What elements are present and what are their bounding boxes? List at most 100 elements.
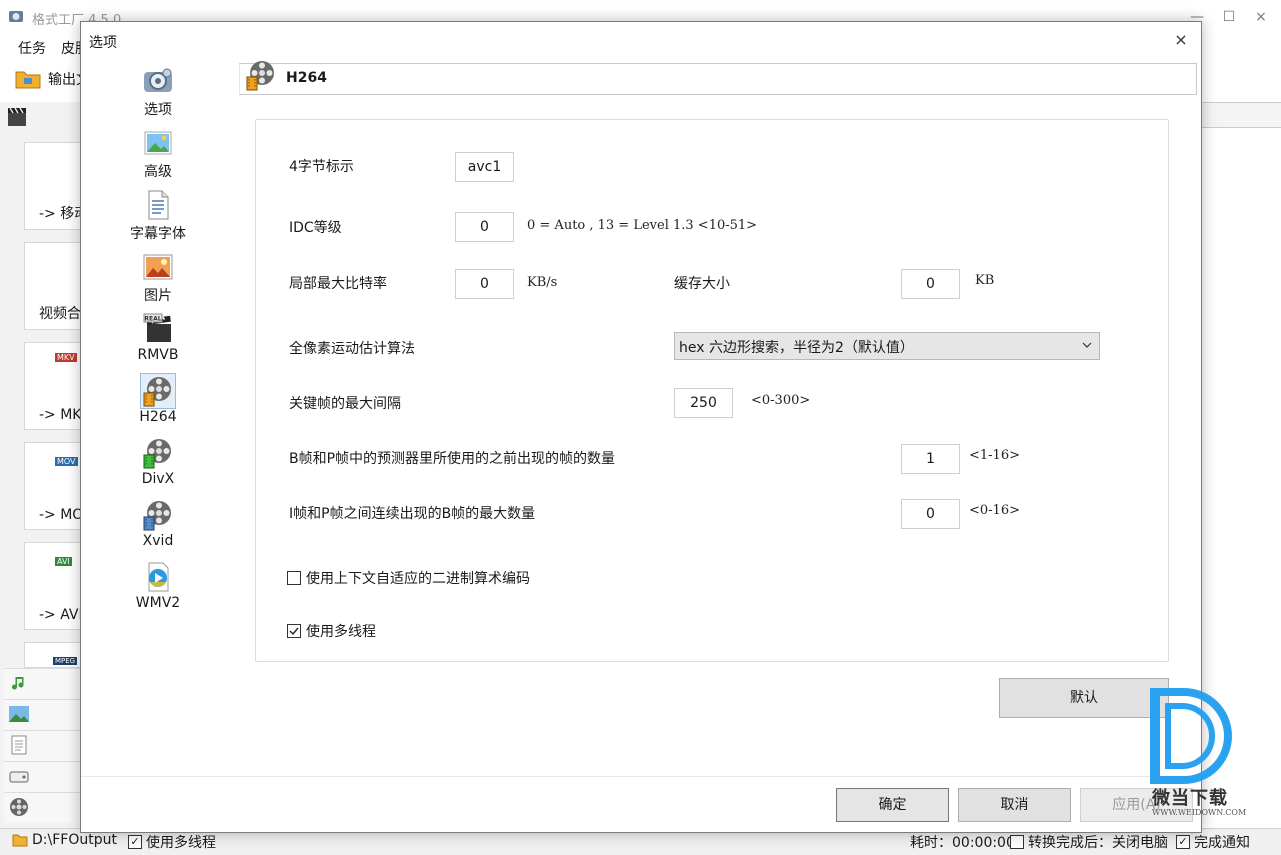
keyint-label: 关键帧的最大间隔 <box>289 396 401 412</box>
nav-label: WMV2 <box>135 595 181 611</box>
nav-divx[interactable]: DivX <box>119 436 197 492</box>
cabac-label: 使用上下文自适应的二进制算术编码 <box>306 571 530 587</box>
ref-frames-hint: <1-16> <box>969 448 1020 463</box>
max-bitrate-input[interactable]: 0 <box>455 269 514 299</box>
max-bitrate-label: 局部最大比特率 <box>289 276 387 292</box>
rom-device-category-tab[interactable] <box>4 761 80 792</box>
checkmark-icon: ✓ <box>1176 835 1190 849</box>
format-category-panel: -> 移动 视频合 MKV -> MK MOV -> MO AVI -> AVI… <box>0 102 88 828</box>
picture-category-tab[interactable] <box>4 699 80 730</box>
format-card-mobile[interactable]: -> 移动 <box>24 142 88 230</box>
bframes-hint: <0-16> <box>969 503 1020 518</box>
output-path[interactable]: D:\FFOutput <box>12 832 117 848</box>
elapsed-time: 耗时：00:00:00 <box>910 835 1015 851</box>
nav-subtitle-font[interactable]: 字幕字体 <box>119 188 197 244</box>
watermark-text: 微当下载 <box>1152 788 1228 809</box>
ok-button[interactable]: 确定 <box>836 788 949 822</box>
me-algo-value: hex 六边形搜索，半径为2（默认值） <box>679 340 914 356</box>
nav-label: H264 <box>139 409 177 425</box>
document-category-tab[interactable] <box>4 730 80 761</box>
nav-label: 高级 <box>144 164 172 180</box>
watermark-url: WWW.WEIDOWN.COM <box>1152 808 1247 817</box>
film-reel-blue-icon <box>143 501 171 531</box>
clapperboard-icon: REAL <box>143 313 171 342</box>
cancel-button[interactable]: 取消 <box>958 788 1071 822</box>
mkv-badge: MKV <box>55 353 77 362</box>
threads-checkbox-row[interactable]: 使用多线程 <box>287 621 376 641</box>
nav-label: RMVB <box>137 347 179 363</box>
buffer-size-unit: KB <box>975 273 995 288</box>
nav-options[interactable]: 选项 <box>119 64 197 120</box>
output-folder-button[interactable]: 输出文 <box>14 68 90 90</box>
mov-badge: MOV <box>55 457 78 466</box>
audio-category-tab[interactable] <box>4 668 80 699</box>
landscape-icon <box>9 706 29 722</box>
idc-hint: 0 = Auto , 13 = Level 1.3 <10-51> <box>527 218 758 233</box>
avi-badge: AVI <box>55 557 72 566</box>
notify-checkbox[interactable]: ✓ 完成通知 <box>1176 832 1250 852</box>
h264-settings-panel: 4字节标示 avc1 IDC等级 0 0 = Auto , 13 = Level… <box>255 119 1169 662</box>
checkmark-icon: ✓ <box>128 835 142 849</box>
svg-text:REAL: REAL <box>144 316 161 323</box>
nav-label: Xvid <box>142 533 174 549</box>
section-title: H264 <box>286 70 327 86</box>
close-app-icon[interactable]: × <box>1250 6 1272 28</box>
chevron-down-icon <box>1082 342 1092 348</box>
options-dialog: 选项 × 选项 高级 字幕字体 图片 REAL RMVB H264 DivX X… <box>80 21 1202 833</box>
after-done-checkbox[interactable]: 转换完成后：关闭电脑 <box>1010 832 1168 852</box>
film-reel-green-icon <box>143 439 171 469</box>
menu-task[interactable]: 任务 <box>18 38 46 58</box>
format-card-video-merge[interactable]: 视频合 <box>24 242 83 330</box>
nav-label: 字幕字体 <box>130 226 186 242</box>
nav-label: 图片 <box>144 288 172 304</box>
buffer-size-input[interactable]: 0 <box>901 269 960 299</box>
video-category-icon[interactable] <box>6 106 30 130</box>
document-icon <box>11 735 27 755</box>
format-card-mkv[interactable]: MKV -> MK <box>24 342 83 430</box>
section-header: H264 <box>239 61 1197 95</box>
me-algo-label: 全像素运动估计算法 <box>289 341 415 357</box>
ref-frames-input[interactable]: 1 <box>901 444 960 474</box>
threads-checkbox[interactable] <box>287 624 301 638</box>
me-algo-select[interactable]: hex 六边形搜索，半径为2（默认值） <box>674 332 1100 360</box>
drive-icon <box>9 771 29 783</box>
footer-divider <box>81 776 1201 777</box>
music-note-icon <box>12 677 24 690</box>
folder-icon <box>15 71 41 89</box>
picture-icon <box>143 254 173 280</box>
empty-checkbox-icon <box>1010 835 1024 849</box>
cabac-checkbox-row[interactable]: 使用上下文自适应的二进制算术编码 <box>287 568 530 588</box>
nav-h264[interactable]: H264 <box>119 373 197 430</box>
document-icon <box>148 190 169 220</box>
nav-xvid[interactable]: Xvid <box>119 498 197 554</box>
default-button[interactable]: 默认 <box>999 678 1169 718</box>
threads-label: 使用多线程 <box>306 624 376 640</box>
fourcc-input[interactable]: avc1 <box>455 152 514 182</box>
buffer-size-label: 缓存大小 <box>674 276 730 292</box>
nav-label: 选项 <box>144 102 172 118</box>
nav-rmvb[interactable]: REAL RMVB <box>119 312 197 368</box>
keyint-input[interactable]: 250 <box>674 388 733 418</box>
dialog-close-button[interactable]: × <box>1169 28 1193 52</box>
idc-input[interactable]: 0 <box>455 212 514 242</box>
format-card-mpeg[interactable]: MPEG <box>24 642 83 668</box>
app-logo-icon <box>9 11 23 22</box>
bframes-input[interactable]: 0 <box>901 499 960 529</box>
cabac-checkbox[interactable] <box>287 571 301 585</box>
statusbar-multithread-checkbox[interactable]: ✓ 使用多线程 <box>128 832 216 852</box>
nav-label: DivX <box>141 471 175 487</box>
nav-advanced[interactable]: 高级 <box>119 126 197 182</box>
nav-wmv2[interactable]: WMV2 <box>119 560 197 616</box>
checkmark-icon <box>289 627 299 636</box>
format-card-avi[interactable]: AVI -> AVI <box>24 542 83 630</box>
max-bitrate-unit: KB/s <box>527 275 558 290</box>
mpeg-badge: MPEG <box>53 657 78 665</box>
maximize-icon[interactable]: ☐ <box>1218 6 1240 28</box>
film-reel-icon <box>246 61 274 91</box>
format-card-mov[interactable]: MOV -> MO <box>24 442 83 530</box>
keyint-hint: <0-300> <box>751 393 811 408</box>
nav-picture[interactable]: 图片 <box>119 250 197 306</box>
media-disc-icon <box>148 562 169 592</box>
reel-icon <box>10 798 28 816</box>
tools-category-tab[interactable] <box>4 792 80 823</box>
